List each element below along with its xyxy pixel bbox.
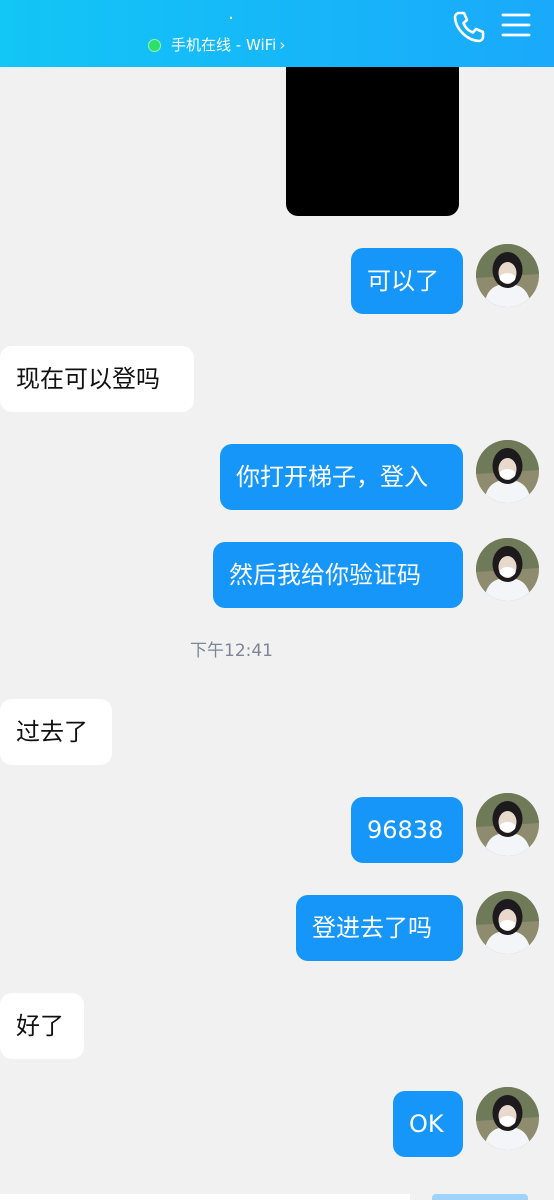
avatar-image xyxy=(476,440,539,503)
avatar[interactable] xyxy=(476,793,539,856)
message-text: 96838 xyxy=(367,816,444,844)
phone-icon xyxy=(453,11,485,43)
message-bubble-incoming[interactable]: 好了 xyxy=(0,993,84,1059)
avatar[interactable] xyxy=(476,1087,539,1150)
message-text: 现在可以登吗 xyxy=(16,365,160,393)
message-text: 登进去了吗 xyxy=(312,914,432,942)
contact-name[interactable]: · xyxy=(226,10,236,28)
send-button[interactable] xyxy=(432,1194,528,1200)
avatar-image xyxy=(476,1087,539,1150)
avatar-image xyxy=(476,891,539,954)
avatar[interactable] xyxy=(476,440,539,503)
message-bubble-outgoing[interactable]: 登进去了吗 xyxy=(296,895,463,961)
avatar[interactable] xyxy=(476,538,539,601)
message-bubble-outgoing[interactable]: OK xyxy=(393,1091,463,1157)
avatar-image xyxy=(476,793,539,856)
chevron-right-icon: › xyxy=(279,36,286,54)
message-bubble-outgoing[interactable]: 你打开梯子，登入 xyxy=(220,444,463,510)
avatar-image xyxy=(476,244,539,307)
online-status[interactable]: 手机在线 - WiFi › xyxy=(148,36,285,54)
call-button[interactable] xyxy=(450,8,488,46)
message-bubble-outgoing[interactable]: 然后我给你验证码 xyxy=(213,542,463,608)
message-text: 可以了 xyxy=(367,267,439,295)
avatar[interactable] xyxy=(476,244,539,307)
message-text: 然后我给你验证码 xyxy=(229,561,421,589)
message-bubble-incoming[interactable]: 过去了 xyxy=(0,699,112,765)
message-bubble-incoming[interactable]: 现在可以登吗 xyxy=(0,346,194,412)
avatar[interactable] xyxy=(476,891,539,954)
chat-header: · 手机在线 - WiFi › xyxy=(0,0,554,67)
menu-icon xyxy=(501,13,531,37)
avatar-image xyxy=(476,538,539,601)
message-text: 过去了 xyxy=(16,718,88,746)
online-dot-icon xyxy=(148,38,161,52)
message-bubble-outgoing[interactable]: 96838 xyxy=(351,797,463,863)
message-input[interactable] xyxy=(0,1194,410,1200)
message-text: 好了 xyxy=(16,1012,64,1040)
message-bubble-outgoing[interactable]: 可以了 xyxy=(351,248,463,314)
online-status-text: 手机在线 - WiFi xyxy=(171,36,277,54)
menu-button[interactable] xyxy=(500,10,532,42)
message-timestamp: 下午12:41 xyxy=(190,641,273,661)
message-text: OK xyxy=(409,1110,444,1138)
message-text: 你打开梯子，登入 xyxy=(236,463,428,491)
